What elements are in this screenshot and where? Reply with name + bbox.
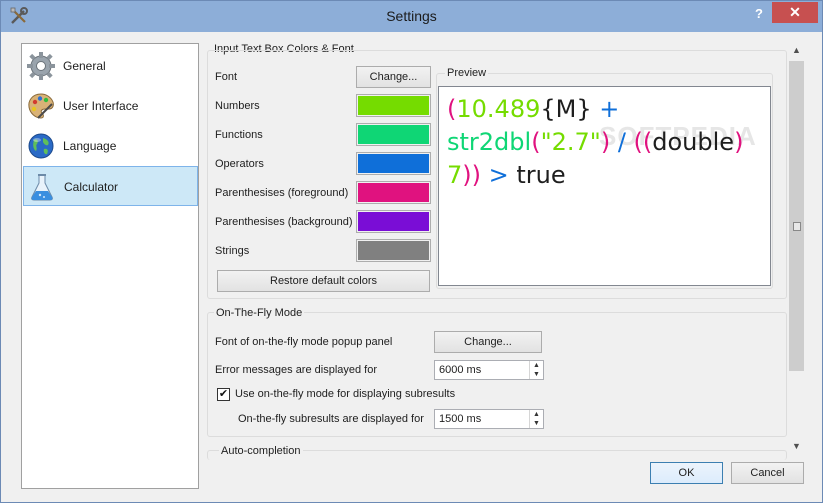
- strings-label: Strings: [215, 245, 250, 257]
- numbers-color-button[interactable]: [356, 94, 431, 117]
- font-change-button[interactable]: Change...: [356, 66, 431, 88]
- gear-icon: [27, 52, 55, 80]
- globe-icon: [28, 133, 54, 159]
- operators-label: Operators: [215, 158, 264, 170]
- nav-label-language: Language: [63, 139, 117, 153]
- preview-token: double: [652, 128, 735, 156]
- parenthesises-bg-label: Parenthesises (background): [215, 216, 353, 228]
- preview-token: (: [531, 128, 541, 156]
- cancel-button[interactable]: Cancel: [731, 462, 804, 484]
- preview-token: 7: [447, 161, 463, 189]
- otf-font-change-button[interactable]: Change...: [434, 331, 542, 353]
- parenthesises-fg-label: Parenthesises (foreground): [215, 187, 349, 199]
- spin-up-icon[interactable]: ▲: [530, 361, 543, 370]
- preview-token: )): [462, 161, 482, 189]
- error-duration-spinbox[interactable]: 6000 ms ▲ ▼: [434, 360, 544, 380]
- title-bar: Settings ? ✕: [1, 1, 822, 32]
- preview-title: Preview: [445, 67, 489, 79]
- group-title-auto-completion: Auto-completion: [219, 445, 303, 457]
- scroll-down-icon[interactable]: ▼: [788, 438, 805, 455]
- flask-icon: [31, 174, 53, 201]
- nav-label-user-interface: User Interface: [63, 99, 139, 113]
- use-on-the-fly-checkbox[interactable]: ✔: [217, 388, 230, 401]
- font-label: Font: [215, 71, 238, 83]
- window-title: Settings: [386, 8, 437, 24]
- ok-button[interactable]: OK: [650, 462, 723, 484]
- nav-label-general: General: [63, 59, 106, 73]
- preview-token: "2.7": [540, 128, 601, 156]
- group-title-on-the-fly: On-The-Fly Mode: [214, 307, 305, 319]
- preview-token: {M}: [540, 95, 592, 123]
- settings-window: Settings ? ✕ General User Interface Lang…: [0, 0, 823, 503]
- subresults-duration-label: On-the-fly subresults are displayed for: [238, 413, 424, 425]
- preview-token: /: [610, 128, 634, 156]
- preview-token: str2dbl: [447, 128, 532, 156]
- scroll-up-icon[interactable]: ▲: [788, 42, 805, 59]
- subresults-duration-arrows[interactable]: ▲ ▼: [529, 410, 543, 428]
- error-messages-label: Error messages are displayed for: [215, 364, 378, 376]
- preview-expression: (10.489{M} + str2dbl("2.7") / ((double) 7…: [447, 93, 767, 192]
- strings-color-button[interactable]: [356, 239, 431, 262]
- nav-item-user-interface[interactable]: User Interface: [23, 86, 198, 126]
- use-on-the-fly-label[interactable]: Use on-the-fly mode for displaying subre…: [235, 388, 455, 400]
- nav-item-language[interactable]: Language: [23, 126, 198, 166]
- parenthesises-bg-color-button[interactable]: [356, 210, 431, 233]
- operators-color-button[interactable]: [356, 152, 431, 175]
- restore-default-colors-button[interactable]: Restore default colors: [217, 270, 430, 292]
- numbers-label: Numbers: [215, 100, 260, 112]
- help-button[interactable]: ?: [752, 6, 766, 22]
- spin-down-icon[interactable]: ▼: [530, 370, 543, 379]
- functions-color-button[interactable]: [356, 123, 431, 146]
- preview-token: (: [447, 95, 457, 123]
- nav-item-general[interactable]: General: [23, 46, 198, 86]
- preview-token: ): [734, 128, 744, 156]
- subresults-duration-value: 1500 ms: [439, 413, 482, 425]
- preview-token: ): [600, 128, 611, 156]
- dialog-client: General User Interface Language Calculat…: [9, 32, 816, 496]
- spin-up-icon[interactable]: ▲: [530, 410, 543, 419]
- spin-down-icon[interactable]: ▼: [530, 419, 543, 428]
- palette-icon: [28, 93, 54, 119]
- preview-token: 10.489: [456, 95, 541, 123]
- parenthesises-fg-color-button[interactable]: [356, 181, 431, 204]
- preview-token: true: [516, 161, 566, 189]
- subresults-duration-spinbox[interactable]: 1500 ms ▲ ▼: [434, 409, 544, 429]
- preview-token: >: [481, 161, 517, 189]
- nav-label-calculator: Calculator: [64, 180, 119, 194]
- nav-item-calculator[interactable]: Calculator: [23, 166, 198, 206]
- preview-box: SOFTPEDIA (10.489{M} + str2dbl("2.7") / …: [438, 86, 771, 286]
- category-list[interactable]: General User Interface Language Calculat…: [21, 43, 199, 489]
- settings-scrollbar[interactable]: ▲ ▼: [788, 42, 805, 455]
- scroll-grip: [793, 222, 801, 231]
- settings-panel: Input Text Box Colors & Font Font Change…: [205, 41, 806, 460]
- preview-token: ((: [633, 128, 653, 156]
- functions-label: Functions: [215, 129, 263, 141]
- preview-token: +: [591, 95, 627, 123]
- error-duration-value: 6000 ms: [439, 364, 482, 376]
- otf-font-label: Font of on-the-fly mode popup panel: [215, 336, 393, 348]
- error-duration-arrows[interactable]: ▲ ▼: [529, 361, 543, 379]
- close-button[interactable]: ✕: [772, 2, 818, 23]
- scroll-thumb[interactable]: [789, 61, 804, 371]
